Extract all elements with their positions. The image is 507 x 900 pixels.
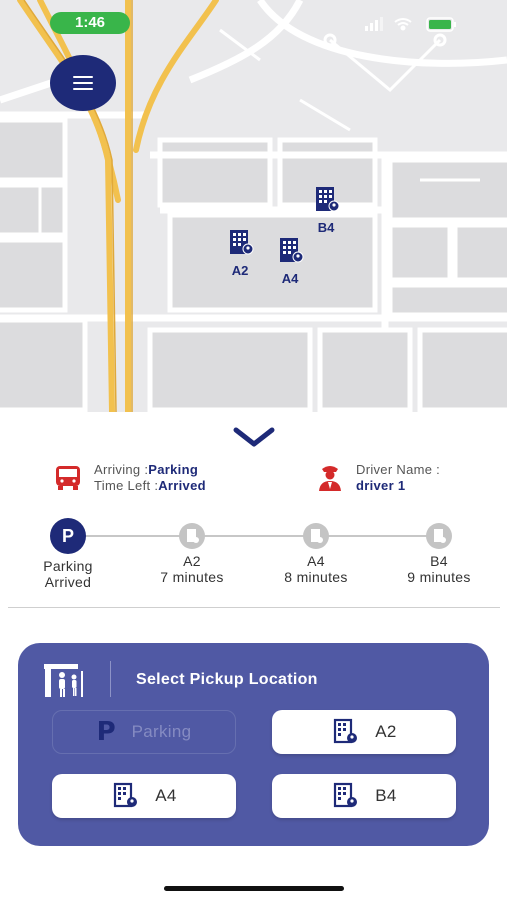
driver-info: Driver Name : driver 1 <box>316 462 440 494</box>
trip-info: Arriving :Parking Time Left :Arrived Dri… <box>0 462 507 500</box>
time-left-label: Time Left : <box>94 478 159 493</box>
map-view[interactable]: 1:46 B4 A2 A4 <box>0 0 507 412</box>
driver-name-label: Driver Name : <box>356 462 441 477</box>
map-marker-label: B4 <box>317 220 335 235</box>
pickup-option-label: Parking <box>131 722 192 741</box>
header-separator <box>110 661 111 697</box>
status-time: 1:46 <box>50 12 130 34</box>
stop-b4: B4 9 minutes <box>384 520 494 586</box>
map-marker-a4[interactable]: A4 <box>274 235 306 286</box>
building-location-icon <box>179 523 205 549</box>
building-location-icon <box>334 782 358 808</box>
arriving-label: Arriving : <box>94 462 149 477</box>
pickup-option-label: A2 <box>375 722 397 741</box>
stop-name: Parking <box>43 558 93 574</box>
stop-name: A4 <box>307 553 325 569</box>
stop-status: 7 minutes <box>160 569 224 585</box>
parking-icon: P <box>96 717 116 747</box>
stop-status: Arrived <box>44 574 92 590</box>
bus-icon <box>56 466 80 490</box>
map-marker-b4[interactable]: B4 <box>310 184 342 235</box>
pickup-option-label: B4 <box>375 786 397 805</box>
route-progress: P Parking Arrived A2 7 minutes A4 8 minu… <box>0 518 507 594</box>
stop-a4: A4 8 minutes <box>261 520 371 586</box>
pickup-option-parking[interactable]: P Parking <box>52 710 236 754</box>
divider <box>8 607 500 608</box>
battery-icon <box>426 17 456 32</box>
menu-button[interactable] <box>50 55 116 111</box>
building-location-icon <box>334 718 358 744</box>
driver-icon <box>319 466 341 491</box>
map-marker-label: A4 <box>281 271 299 286</box>
arriving-value: Parking <box>148 462 199 477</box>
driver-name-value: driver 1 <box>356 478 406 493</box>
pickup-option-a4[interactable]: A4 <box>52 774 236 818</box>
chevron-down-icon[interactable] <box>232 424 276 450</box>
building-location-icon <box>230 230 254 255</box>
pickup-header: Select Pickup Location <box>18 643 489 708</box>
time-left-value: Arrived <box>158 478 206 493</box>
pickup-option-a2[interactable]: A2 <box>272 710 456 754</box>
building-location-icon <box>316 187 340 212</box>
parking-icon: P <box>50 518 86 554</box>
stop-status: 9 minutes <box>407 569 471 585</box>
wifi-icon <box>394 18 412 31</box>
pickup-title: Select Pickup Location <box>136 671 318 688</box>
stop-name: B4 <box>430 553 448 569</box>
building-location-icon <box>280 238 304 263</box>
building-location-icon <box>303 523 329 549</box>
map-marker-label: A2 <box>231 263 249 278</box>
pickup-panel: Select Pickup Location P Parking A2 A4 B… <box>18 643 489 846</box>
stop-status: 8 minutes <box>284 569 348 585</box>
hamburger-icon <box>73 76 93 78</box>
pickup-option-label: A4 <box>155 786 177 805</box>
home-indicator[interactable] <box>164 886 344 891</box>
building-location-icon <box>114 782 138 808</box>
stop-a2: A2 7 minutes <box>137 520 247 586</box>
bus-stop-icon <box>44 664 83 697</box>
pickup-option-b4[interactable]: B4 <box>272 774 456 818</box>
stop-name: A2 <box>183 553 201 569</box>
building-location-icon <box>426 523 452 549</box>
signal-icon <box>365 17 383 31</box>
stop-parking: P Parking Arrived <box>13 518 123 591</box>
arrival-info: Arriving :Parking Time Left :Arrived <box>54 462 206 494</box>
status-bar-icons <box>365 17 456 32</box>
map-marker-a2[interactable]: A2 <box>224 227 256 278</box>
